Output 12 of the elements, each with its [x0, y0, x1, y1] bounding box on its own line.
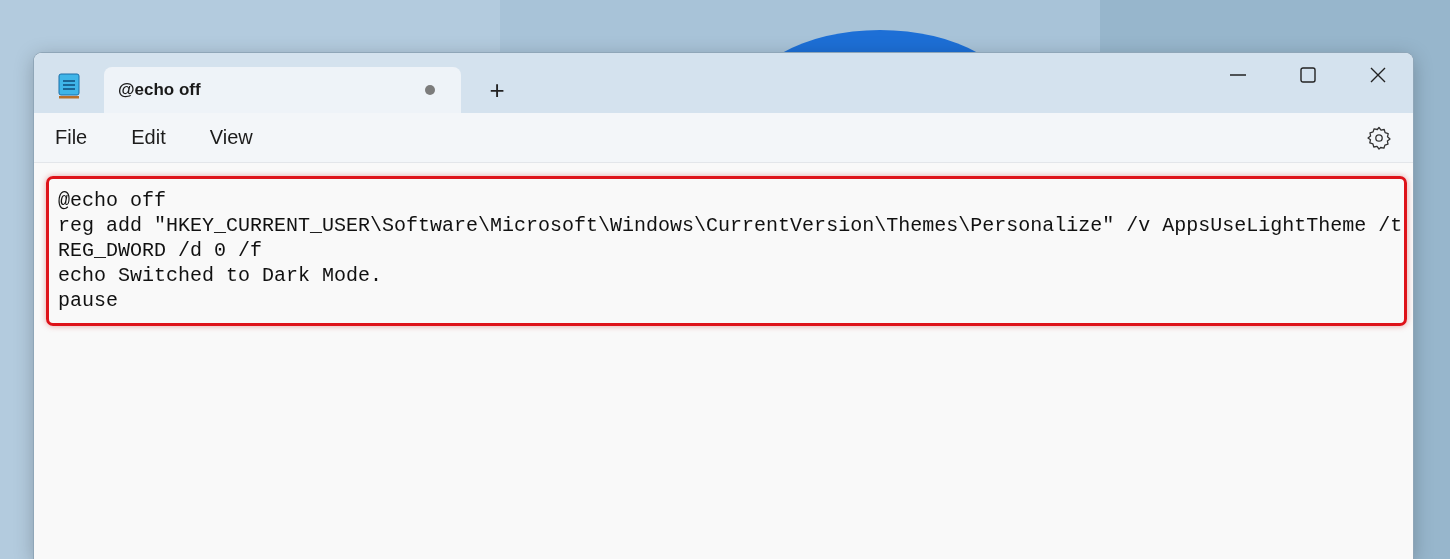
menu-item[interactable]: Edit: [120, 122, 177, 153]
settings-icon[interactable]: [1367, 125, 1391, 150]
tab[interactable]: @echo off: [104, 67, 461, 113]
code-line: pause: [58, 288, 119, 313]
menu-item[interactable]: File: [44, 122, 99, 153]
code-line: echo Switched to Dark Mode.: [58, 263, 384, 288]
notepad-icon[interactable]: [58, 73, 80, 99]
menu-item[interactable]: View: [198, 122, 264, 153]
new-tab-button[interactable]: +: [477, 70, 517, 110]
code-line: REG_DWORD /d 0 /f: [58, 238, 264, 263]
code-line: @echo off: [58, 188, 168, 213]
code-line: reg add "HKEY_CURRENT_USER\Software\Microsoft\Windows\CurrentVersion\Themes\Personalize" /v AppsUseLightTheme /t: [58, 213, 1404, 238]
